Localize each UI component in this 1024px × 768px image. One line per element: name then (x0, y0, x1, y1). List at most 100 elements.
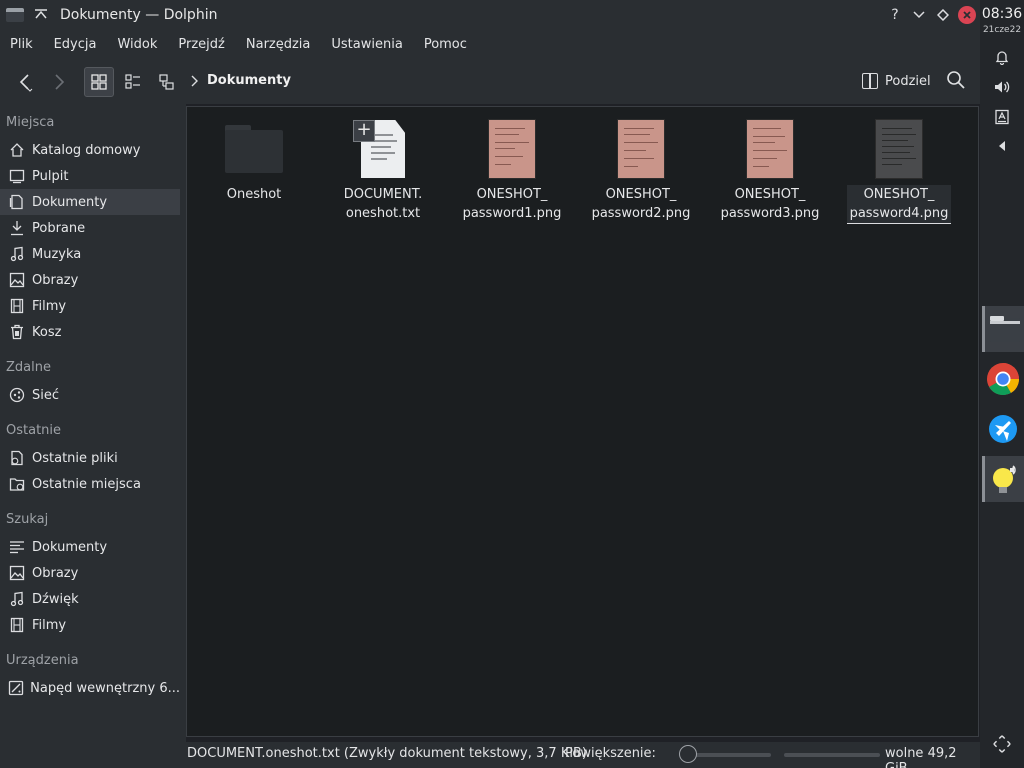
recent-places-icon (8, 475, 26, 493)
dolphin-folder-icon (989, 316, 1020, 342)
sidebar-item-network[interactable]: Sieć (0, 382, 180, 408)
menu-view[interactable]: Widok (117, 37, 157, 52)
trash-icon (8, 323, 26, 341)
home-icon (8, 141, 26, 159)
menu-help[interactable]: Pomoc (424, 37, 467, 52)
icons-view-button[interactable] (84, 67, 114, 97)
search-icon (947, 71, 965, 89)
date[interactable]: 21cze22 (980, 25, 1024, 35)
file-name-line2: oneshot.txt (345, 206, 421, 221)
minimize-icon[interactable] (910, 6, 928, 24)
search-button[interactable] (946, 70, 968, 92)
sidebar-item-home[interactable]: Katalog domowy (0, 137, 180, 163)
task-dolphin[interactable] (982, 306, 1024, 352)
split-button[interactable]: Podziel (862, 70, 931, 92)
window-controls: ? (886, 0, 976, 30)
add-to-selection-icon[interactable]: + (353, 120, 375, 142)
keyboard-layout-icon[interactable] (992, 107, 1012, 127)
file-name-line2: password3.png (720, 206, 820, 221)
section-recent: Ostatnie (6, 423, 62, 438)
zoom-slider-handle[interactable] (679, 745, 697, 763)
free-space-label: wolne 49,2 GiB (885, 746, 957, 768)
free-space-bar (784, 753, 880, 757)
sidebar-item-search-images[interactable]: Obrazy (0, 560, 180, 586)
forward-button[interactable] (44, 67, 74, 97)
places-panel: Miejsca Katalog domowy Pulpit Dokumenty … (0, 104, 186, 742)
sidebar-item-videos[interactable]: Filmy (0, 293, 180, 319)
menu-settings[interactable]: Ustawienia (331, 37, 402, 52)
image-thumbnail-icon (738, 117, 802, 181)
file-name-line2: password4.png (849, 206, 949, 221)
sidebar-item-search-documents[interactable]: Dokumenty (0, 534, 180, 560)
menu-tools[interactable]: Narzędzia (246, 37, 311, 52)
system-panel: 08:36 21cze22 (980, 0, 1024, 768)
compact-list-icon (125, 74, 140, 89)
menu-go[interactable]: Przejdź (178, 37, 224, 52)
dolphin-app-icon[interactable] (6, 8, 24, 22)
sidebar-item-recent-places[interactable]: Ostatnie miejsca (0, 471, 180, 497)
sidebar-item-search-audio[interactable]: Dźwięk (0, 586, 180, 612)
file-name: ONESHOT_ (863, 187, 935, 202)
split-label: Podziel (885, 73, 931, 89)
image-thumbnail-icon (609, 117, 673, 181)
clock[interactable]: 08:36 (980, 6, 1024, 22)
expand-tray-icon[interactable] (992, 136, 1012, 156)
lightbulb-icon (992, 465, 1016, 493)
sidebar-item-trash[interactable]: Kosz (0, 319, 180, 345)
task-app-blue[interactable] (982, 406, 1024, 452)
sidebar-item-music[interactable]: Muzyka (0, 241, 180, 267)
menu-edit[interactable]: Edycja (54, 37, 97, 52)
compact-view-button[interactable] (118, 67, 148, 97)
sidebar-item-recent-files[interactable]: Ostatnie pliki (0, 445, 180, 471)
section-search: Szukaj (6, 512, 49, 527)
sidebar-item-documents[interactable]: Dokumenty (0, 189, 180, 215)
file-name: Oneshot (226, 187, 282, 202)
help-icon[interactable]: ? (886, 6, 904, 24)
image-icon (8, 271, 26, 289)
title-bar: Dokumenty — Dolphin ? (0, 0, 980, 30)
section-remote: Zdalne (6, 360, 51, 375)
desktop-icon (8, 167, 26, 185)
sidebar-item-downloads[interactable]: Pobrane (0, 215, 180, 241)
task-app-lightbulb[interactable] (982, 456, 1024, 502)
sidebar-item-pictures[interactable]: Obrazy (0, 267, 180, 293)
split-view-icon (862, 73, 878, 89)
sidebar-item-desktop[interactable]: Pulpit (0, 163, 180, 189)
keep-above-icon[interactable] (34, 8, 48, 22)
maximize-icon[interactable] (934, 6, 952, 24)
image-thumbnail-icon (480, 117, 544, 181)
task-chrome[interactable] (982, 356, 1024, 402)
back-button[interactable] (10, 67, 40, 97)
file-item-image[interactable]: ONESHOT_ password1.png (451, 117, 573, 223)
drive-icon (8, 679, 24, 697)
details-view-button[interactable] (152, 67, 182, 97)
file-name: ONESHOT_ (476, 187, 548, 202)
file-item-image[interactable]: ONESHOT_ password3.png (709, 117, 831, 223)
status-bar: DOCUMENT.oneshot.txt (Zwykły dokument te… (0, 742, 980, 768)
file-view[interactable]: Oneshot + DOCUMENT. oneshot.txt ONESHOT_… (186, 106, 979, 737)
file-item-image[interactable]: ONESHOT_ password2.png (580, 117, 702, 223)
section-places: Miejsca (6, 115, 55, 130)
notifications-icon[interactable] (992, 47, 1012, 67)
download-icon (8, 219, 26, 237)
section-devices: Urządzenia (6, 653, 79, 668)
file-item-folder[interactable]: Oneshot (193, 117, 315, 204)
sidebar-item-search-video[interactable]: Filmy (0, 612, 180, 638)
search-audio-icon (8, 590, 26, 608)
window-title: Dokumenty — Dolphin (60, 7, 218, 23)
close-icon[interactable] (958, 6, 976, 24)
file-item-text[interactable]: + DOCUMENT. oneshot.txt (322, 117, 444, 223)
file-item-image-selected[interactable]: ONESHOT_ password4.png (838, 117, 960, 224)
zoom-label: Powiększenie: (565, 746, 656, 761)
file-name: DOCUMENT. (343, 187, 423, 202)
breadcrumb-chevron-icon (190, 75, 198, 87)
menu-file[interactable]: Plik (10, 37, 33, 52)
breadcrumb-documents[interactable]: Dokumenty (207, 73, 291, 88)
file-name: ONESHOT_ (605, 187, 677, 202)
search-documents-icon (8, 538, 26, 556)
text-document-icon: + (351, 117, 415, 181)
volume-icon[interactable] (992, 77, 1012, 97)
sidebar-item-internal-drive[interactable]: Napęd wewnętrzny 6... (0, 675, 180, 701)
menu-bar: Plik Edycja Widok Przejdź Narzędzia Usta… (0, 30, 980, 58)
panel-settings-icon[interactable] (992, 734, 1012, 754)
